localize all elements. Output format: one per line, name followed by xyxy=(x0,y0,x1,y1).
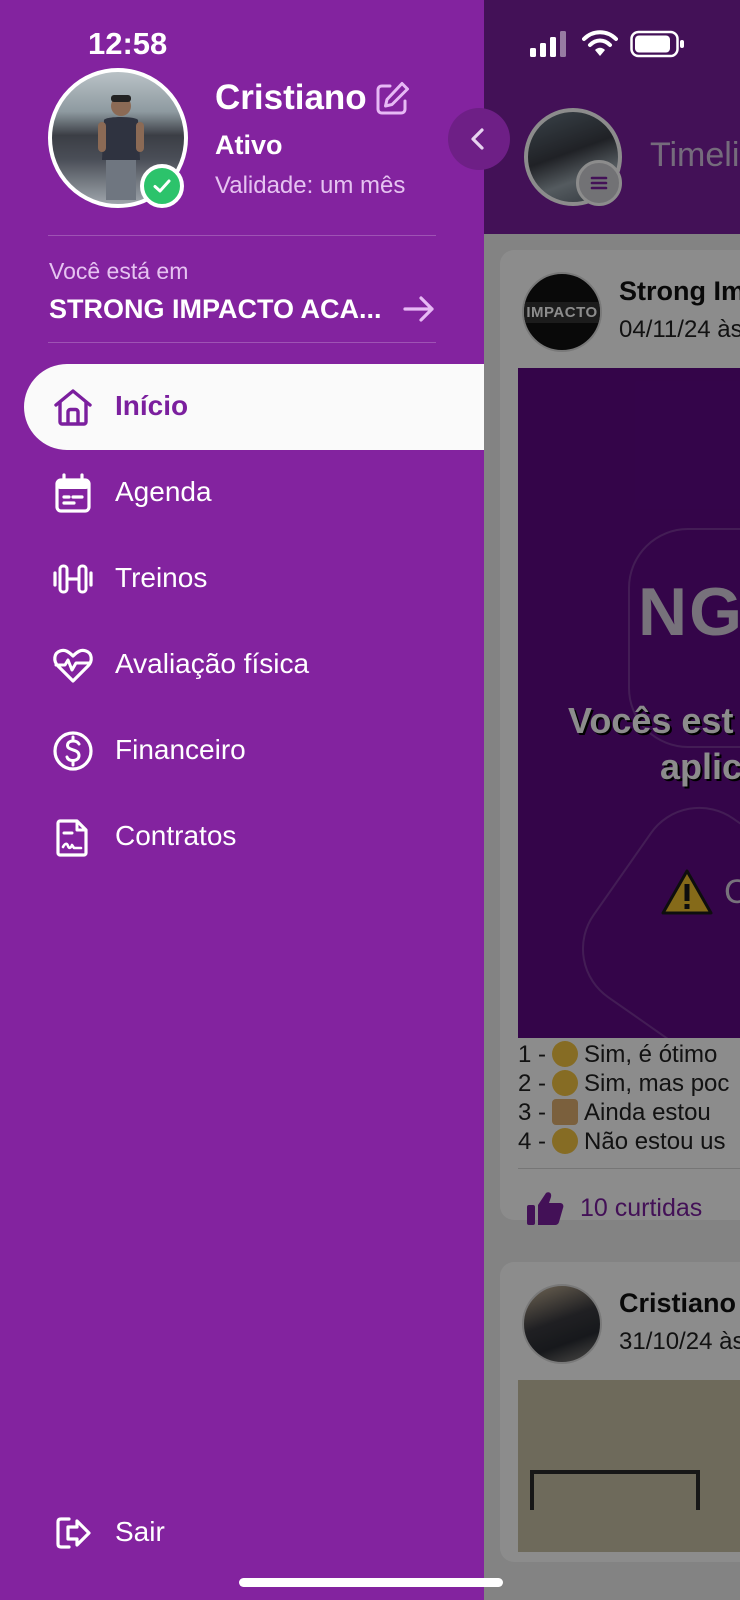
nav-item-label: Avaliação física xyxy=(115,648,310,679)
signal-icon xyxy=(530,31,566,57)
navigation-drawer: 12:58 Cristiano Ativo Validade: um mês V… xyxy=(0,0,484,1600)
edit-icon[interactable] xyxy=(373,80,411,118)
collapse-drawer-button[interactable] xyxy=(448,108,510,170)
nav-item-contratos[interactable]: Contratos xyxy=(24,794,484,880)
nav-item-agenda[interactable]: Agenda xyxy=(24,450,484,536)
nav-item-label: Início xyxy=(115,390,189,421)
user-name: Cristiano xyxy=(215,78,367,117)
heart-pulse-icon xyxy=(53,648,93,683)
location-caption: Você está em xyxy=(49,258,189,284)
divider xyxy=(48,342,436,343)
nav-item-label: Treinos xyxy=(115,562,208,593)
logout-label: Sair xyxy=(115,1516,165,1547)
nav-item-label: Agenda xyxy=(115,476,212,507)
nav-item-treinos[interactable]: Treinos xyxy=(24,536,484,622)
dumbbell-icon xyxy=(53,564,93,594)
status-time: 12:58 xyxy=(88,26,168,61)
nav-item-avaliacao-fisica[interactable]: Avaliação física xyxy=(24,622,484,708)
arrow-right-icon[interactable] xyxy=(402,292,436,326)
logout-button[interactable]: Sair xyxy=(24,1490,324,1576)
divider xyxy=(48,235,436,236)
active-check-icon xyxy=(140,164,184,208)
nav-item-label: Financeiro xyxy=(115,734,246,765)
document-icon xyxy=(56,819,88,857)
profile-person-figure xyxy=(98,95,144,200)
home-icon xyxy=(54,389,92,426)
user-status: Ativo xyxy=(215,130,283,160)
nav-item-label: Contratos xyxy=(115,820,237,851)
nav-item-financeiro[interactable]: Financeiro xyxy=(24,708,484,794)
logout-icon xyxy=(56,1517,91,1549)
calendar-icon xyxy=(55,473,91,513)
wifi-icon xyxy=(582,30,618,56)
battery-icon xyxy=(630,30,684,58)
dollar-icon xyxy=(53,731,93,771)
location-name[interactable]: STRONG IMPACTO ACA... xyxy=(49,294,382,325)
status-bar-icons xyxy=(530,30,686,58)
user-validity: Validade: um mês xyxy=(215,172,406,199)
home-indicator xyxy=(239,1578,503,1587)
nav-item-inicio[interactable]: Início xyxy=(24,364,484,450)
chevron-left-icon xyxy=(471,128,484,150)
